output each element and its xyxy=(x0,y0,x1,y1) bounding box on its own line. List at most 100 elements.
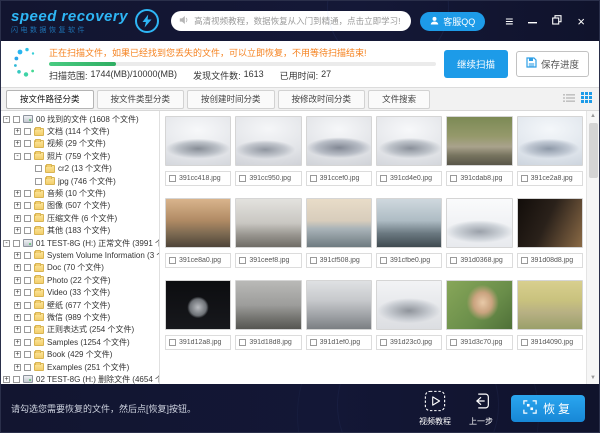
tree-item[interactable]: -照片 (759 个文件) xyxy=(1,150,159,162)
expand-toggle[interactable]: + xyxy=(14,364,21,371)
file-checkbox[interactable] xyxy=(169,257,176,264)
tree-checkbox[interactable] xyxy=(24,153,31,160)
video-tutorial-button[interactable]: 视频教程 xyxy=(419,390,451,427)
file-thumbnail[interactable] xyxy=(235,280,301,330)
expand-toggle[interactable]: + xyxy=(14,140,21,147)
tree-checkbox[interactable] xyxy=(24,264,31,271)
tree-checkbox[interactable] xyxy=(24,326,31,333)
tab-3[interactable]: 按修改时间分类 xyxy=(278,90,366,109)
tab-4[interactable]: 文件搜索 xyxy=(368,90,430,109)
menu-icon[interactable]: ≡ xyxy=(505,14,513,28)
tab-2[interactable]: 按创建时间分类 xyxy=(187,90,275,109)
tree-item[interactable]: +文档 (114 个文件) xyxy=(1,125,159,137)
tree-checkbox[interactable] xyxy=(24,215,31,222)
file-thumbnail[interactable] xyxy=(446,116,512,166)
file-thumbnail[interactable] xyxy=(376,198,442,248)
file-checkbox[interactable] xyxy=(450,339,457,346)
file-thumbnail[interactable] xyxy=(306,198,372,248)
tree-checkbox[interactable] xyxy=(24,128,31,135)
tree-checkbox[interactable] xyxy=(24,140,31,147)
collapse-toggle[interactable]: - xyxy=(14,153,21,160)
save-progress-button[interactable]: 保存进度 xyxy=(516,51,589,77)
file-thumbnail[interactable] xyxy=(446,198,512,248)
tree-checkbox[interactable] xyxy=(24,202,31,209)
tree-item[interactable]: +音频 (10 个文件) xyxy=(1,187,159,199)
scrollbar-thumb[interactable] xyxy=(589,123,598,178)
tree-item[interactable]: +Photo (22 个文件) xyxy=(1,274,159,286)
collapse-toggle[interactable]: - xyxy=(3,116,10,123)
file-thumbnail[interactable] xyxy=(517,280,583,330)
file-checkbox[interactable] xyxy=(239,175,246,182)
tree-checkbox[interactable] xyxy=(24,277,31,284)
expand-toggle[interactable]: + xyxy=(14,351,21,358)
expand-toggle[interactable]: + xyxy=(14,314,21,321)
file-thumbnail[interactable] xyxy=(165,280,231,330)
tree-checkbox[interactable] xyxy=(13,116,20,123)
tree-item[interactable]: +压缩文件 (6 个文件) xyxy=(1,212,159,224)
file-checkbox[interactable] xyxy=(521,175,528,182)
file-thumbnail[interactable] xyxy=(376,116,442,166)
tree-item[interactable]: +正则表达式 (254 个文件) xyxy=(1,324,159,336)
qq-support-button[interactable]: 客服QQ xyxy=(420,12,485,31)
file-checkbox[interactable] xyxy=(239,339,246,346)
file-checkbox[interactable] xyxy=(380,175,387,182)
file-thumbnail[interactable] xyxy=(517,198,583,248)
tree-checkbox[interactable] xyxy=(13,376,20,383)
announcement-banner[interactable]: 高清视频教程，数据恢复从入门到精通，点击立即学习! xyxy=(171,11,411,31)
expand-toggle[interactable]: + xyxy=(14,252,21,259)
tree-checkbox[interactable] xyxy=(35,178,42,185)
recover-button[interactable]: 恢复 xyxy=(511,395,585,422)
tree-item[interactable]: cr2 (13 个文件) xyxy=(1,163,159,175)
tree-item[interactable]: +Doc (70 个文件) xyxy=(1,262,159,274)
tree-item[interactable]: +Video (33 个文件) xyxy=(1,286,159,298)
expand-toggle[interactable]: + xyxy=(14,215,21,222)
file-thumbnail[interactable] xyxy=(235,198,301,248)
file-checkbox[interactable] xyxy=(310,339,317,346)
expand-toggle[interactable]: + xyxy=(14,264,21,271)
file-checkbox[interactable] xyxy=(239,257,246,264)
expand-toggle[interactable]: + xyxy=(14,339,21,346)
tree-checkbox[interactable] xyxy=(24,227,31,234)
expand-toggle[interactable]: + xyxy=(3,376,10,383)
expand-toggle[interactable]: + xyxy=(14,277,21,284)
tree-checkbox[interactable] xyxy=(24,190,31,197)
tree-checkbox[interactable] xyxy=(24,289,31,296)
file-thumbnail[interactable] xyxy=(165,198,231,248)
file-thumbnail[interactable] xyxy=(306,280,372,330)
file-checkbox[interactable] xyxy=(521,257,528,264)
tree-item[interactable]: +壁纸 (677 个文件) xyxy=(1,299,159,311)
tree-item[interactable]: -01 TEST-8G (H:) 正常文件 (3991 个文件) xyxy=(1,237,159,249)
tree-item[interactable]: -00 找到的文件 (1608 个文件) xyxy=(1,113,159,125)
tree-checkbox[interactable] xyxy=(24,314,31,321)
expand-toggle[interactable]: + xyxy=(14,302,21,309)
tree-item[interactable]: +Samples (1254 个文件) xyxy=(1,336,159,348)
list-view-icon[interactable] xyxy=(563,90,575,108)
tree-item[interactable]: +02 TEST-8G (H:) 删除文件 (4654 个文件) xyxy=(1,373,159,384)
vertical-scrollbar[interactable]: ▲ ▼ xyxy=(586,111,599,384)
expand-toggle[interactable]: + xyxy=(14,190,21,197)
collapse-toggle[interactable]: - xyxy=(3,240,10,247)
minimize-icon[interactable] xyxy=(528,15,537,27)
tree-item[interactable]: jpg (746 个文件) xyxy=(1,175,159,187)
maximize-icon[interactable] xyxy=(552,15,562,27)
tree-item[interactable]: +微信 (989 个文件) xyxy=(1,311,159,323)
file-checkbox[interactable] xyxy=(310,175,317,182)
expand-toggle[interactable]: + xyxy=(14,202,21,209)
file-checkbox[interactable] xyxy=(169,175,176,182)
tree-checkbox[interactable] xyxy=(24,351,31,358)
file-checkbox[interactable] xyxy=(310,257,317,264)
file-thumbnail[interactable] xyxy=(235,116,301,166)
file-thumbnail[interactable] xyxy=(306,116,372,166)
back-button[interactable]: 上一步 xyxy=(469,390,493,427)
tree-checkbox[interactable] xyxy=(35,165,42,172)
tab-1[interactable]: 按文件类型分类 xyxy=(97,90,185,109)
file-checkbox[interactable] xyxy=(380,339,387,346)
tree-checkbox[interactable] xyxy=(13,240,20,247)
tree-item[interactable]: +Examples (251 个文件) xyxy=(1,361,159,373)
file-thumbnail[interactable] xyxy=(165,116,231,166)
expand-toggle[interactable]: + xyxy=(14,227,21,234)
tree-item[interactable]: +System Volume Information (3 个文件) xyxy=(1,249,159,261)
file-checkbox[interactable] xyxy=(521,339,528,346)
expand-toggle[interactable]: + xyxy=(14,289,21,296)
file-checkbox[interactable] xyxy=(169,339,176,346)
